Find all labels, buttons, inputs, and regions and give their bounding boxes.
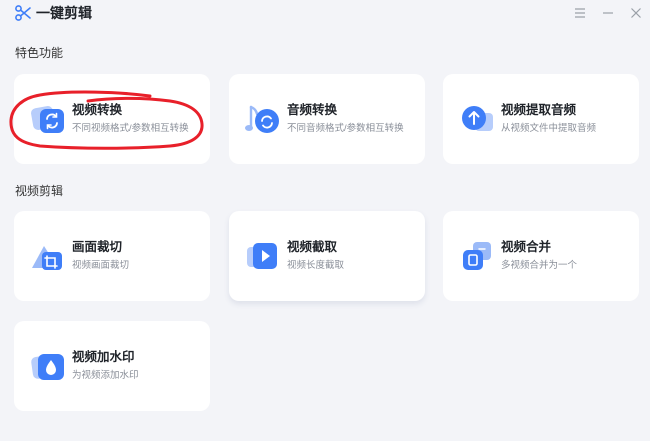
section-label-featured: 特色功能 [15, 46, 64, 60]
close-button[interactable] [626, 3, 646, 23]
minimize-icon [603, 12, 613, 14]
card-title: 视频截取 [287, 240, 338, 254]
video-trim-icon [247, 243, 277, 269]
card-subtitle: 为视频添加水印 [72, 370, 139, 381]
video-merge-icon [463, 242, 491, 270]
card-extract-audio[interactable]: 视频提取音频 从视频文件中提取音频 [443, 74, 639, 164]
menu-icon [575, 8, 585, 18]
card-title: 视频提取音频 [501, 103, 577, 117]
card-subtitle: 视频画面裁切 [72, 260, 130, 271]
scissors-icon [15, 5, 31, 21]
card-subtitle: 视频长度截取 [287, 260, 345, 271]
card-title: 视频转换 [72, 103, 123, 117]
card-subtitle: 不同视频格式/参数相互转换 [72, 123, 189, 134]
audio-convert-icon [245, 105, 279, 133]
card-crop-frame[interactable]: 画面裁切 视频画面裁切 [14, 211, 210, 301]
card-subtitle: 多视频合并为一个 [501, 260, 578, 271]
section-label-editing: 视频剪辑 [15, 184, 64, 198]
crop-frame-icon [32, 246, 62, 270]
card-video-convert[interactable]: 视频转换 不同视频格式/参数相互转换 [14, 74, 210, 164]
watermark-icon [31, 354, 64, 380]
card-title: 画面裁切 [72, 240, 123, 254]
card-title: 视频加水印 [72, 350, 135, 364]
close-icon [631, 8, 641, 18]
card-audio-convert[interactable]: 音频转换 不同音频格式/参数相互转换 [229, 74, 425, 164]
card-video-merge[interactable]: 视频合并 多视频合并为一个 [443, 211, 639, 301]
card-watermark[interactable]: 视频加水印 为视频添加水印 [14, 321, 210, 411]
app-title: 一键剪辑 [36, 5, 92, 21]
extract-audio-icon [462, 106, 493, 131]
title-bar: 一键剪辑 [0, 0, 650, 26]
video-convert-icon [31, 106, 64, 133]
card-title: 视频合并 [501, 240, 552, 254]
card-title: 音频转换 [287, 103, 338, 117]
minimize-button[interactable] [598, 3, 618, 23]
card-video-trim[interactable]: 视频截取 视频长度截取 [229, 211, 425, 301]
menu-button[interactable] [570, 3, 590, 23]
card-subtitle: 不同音频格式/参数相互转换 [287, 123, 404, 134]
card-subtitle: 从视频文件中提取音频 [501, 123, 597, 134]
